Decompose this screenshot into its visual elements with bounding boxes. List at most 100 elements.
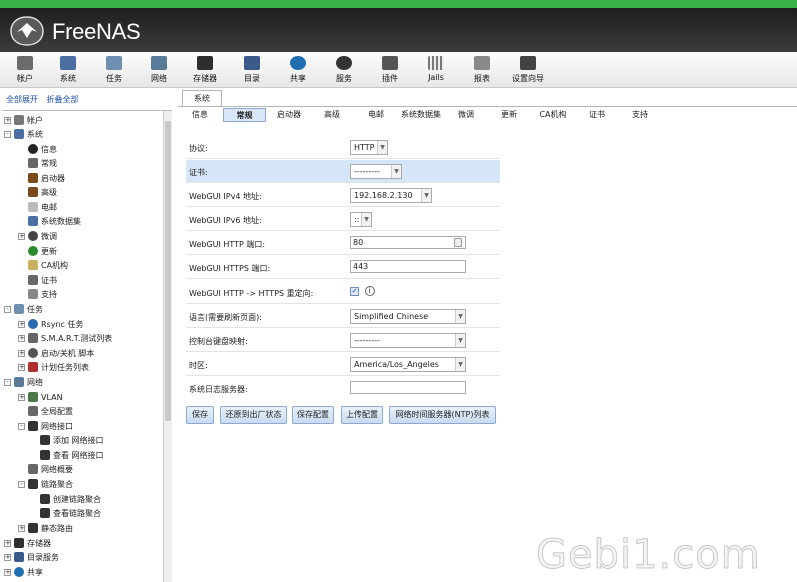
expand-toggle-icon[interactable]: + xyxy=(4,553,11,561)
timezone-select[interactable]: America/Los_Angeles ▼ xyxy=(350,357,466,372)
keymap-label: 控制台键盘映射: xyxy=(189,337,248,346)
tree-item-init-scripts[interactable]: + 启动/关机 脚本 xyxy=(18,346,94,360)
toolbar-tasks-button[interactable]: 任务 xyxy=(89,54,139,88)
factory-restore-button[interactable]: 还原到出厂状态 xyxy=(220,406,287,424)
save-config-button[interactable]: 保存配置 xyxy=(292,406,334,424)
tree-item-lagg[interactable]: - 链路聚合 xyxy=(18,477,73,491)
tree-item-directory-services[interactable]: + 目录服务 xyxy=(4,550,59,564)
tree-item-view-interfaces[interactable]: 查看 网络接口 xyxy=(40,448,104,462)
expand-toggle-icon[interactable]: + xyxy=(4,116,11,124)
tab-system[interactable]: 系统 xyxy=(182,90,222,106)
help-info-icon[interactable]: i xyxy=(364,286,375,296)
certificate-select[interactable]: --------- ▼ xyxy=(350,164,402,179)
tree-item-general[interactable]: 常规 xyxy=(28,156,57,170)
subtab-support[interactable]: 支持 xyxy=(628,108,652,122)
save-button[interactable]: 保存 xyxy=(186,406,214,424)
expand-toggle-icon[interactable]: + xyxy=(18,334,25,342)
subtab-certificates[interactable]: 证书 xyxy=(585,108,609,122)
expand-toggle-icon[interactable]: + xyxy=(18,393,25,401)
expand-toggle-icon[interactable]: + xyxy=(18,320,25,328)
expand-toggle-icon[interactable]: + xyxy=(4,568,11,576)
toolbar-directory-button[interactable]: 目录 xyxy=(227,54,277,88)
tree-item-sharing[interactable]: + 共享 xyxy=(4,565,43,579)
toolbar-system-button[interactable]: 系统 xyxy=(43,54,93,88)
tree-item-email[interactable]: 电邮 xyxy=(28,200,57,214)
certificate-label: 证书: xyxy=(189,168,208,177)
subtab-ca[interactable]: CA机构 xyxy=(538,108,568,122)
collapse-toggle-icon[interactable]: - xyxy=(18,422,25,430)
tree-item-static-routes[interactable]: + 静态路由 xyxy=(18,521,73,535)
tree-item-network-summary[interactable]: 网络概要 xyxy=(28,462,73,476)
subtab-email[interactable]: 电邮 xyxy=(364,108,388,122)
collapse-all-link[interactable]: 折叠全部 xyxy=(47,95,79,104)
tree-item-vlan[interactable]: + VLAN xyxy=(18,390,63,404)
collapse-toggle-icon[interactable]: - xyxy=(4,130,11,138)
tree-item-cron[interactable]: + 计划任务列表 xyxy=(18,360,89,374)
language-select[interactable]: Simplified Chinese ▼ xyxy=(350,309,466,324)
main-toolbar: 帐户 系统 任务 网络 存储器 目录 共享 服务 插件 Jails 报表 设置向… xyxy=(0,52,797,88)
collapse-toggle-icon[interactable]: - xyxy=(4,305,11,313)
freenas-shark-icon xyxy=(10,16,44,46)
collapse-toggle-icon[interactable]: - xyxy=(18,480,25,488)
protocol-select[interactable]: HTTP ▼ xyxy=(350,140,388,155)
tree-item-view-lagg[interactable]: 查看链路聚合 xyxy=(40,506,101,520)
expand-all-link[interactable]: 全部展开 xyxy=(6,95,38,104)
expand-toggle-icon[interactable]: + xyxy=(4,539,11,547)
toolbar-plugins-button[interactable]: 插件 xyxy=(365,54,415,88)
chevron-down-icon: ▼ xyxy=(377,141,387,154)
subtab-update[interactable]: 更新 xyxy=(497,108,521,122)
tree-item-add-interface[interactable]: 添加 网络接口 xyxy=(40,433,104,447)
upload-config-button[interactable]: 上传配置 xyxy=(341,406,383,424)
tree-item-system-dataset[interactable]: 系统数据集 xyxy=(28,214,81,228)
tree-item-network[interactable]: - 网络 xyxy=(4,375,43,389)
tree-item-tasks[interactable]: - 任务 xyxy=(4,302,43,316)
expand-toggle-icon[interactable]: + xyxy=(18,363,25,371)
tree-item-update[interactable]: 更新 xyxy=(28,244,57,258)
freenas-logo[interactable]: FreeNAS xyxy=(8,14,168,48)
collapse-toggle-icon[interactable]: - xyxy=(4,378,11,386)
subtab-advanced[interactable]: 高级 xyxy=(320,108,344,122)
ipv4-select[interactable]: 192.168.2.130 ▼ xyxy=(350,188,432,203)
toolbar-services-button[interactable]: 服务 xyxy=(319,54,369,88)
tree-item-global-config[interactable]: 全局配置 xyxy=(28,404,73,418)
tree-item-certificates[interactable]: 证书 xyxy=(28,273,57,287)
toolbar-jails-button[interactable]: Jails xyxy=(411,54,461,88)
expand-toggle-icon[interactable]: + xyxy=(18,349,25,357)
toolbar-sharing-button[interactable]: 共享 xyxy=(273,54,323,88)
tree-item-advanced[interactable]: 高级 xyxy=(28,185,57,199)
lagg-icon xyxy=(28,479,38,489)
keymap-select[interactable]: --------- ▼ xyxy=(350,333,466,348)
tree-item-support[interactable]: 支持 xyxy=(28,287,57,301)
subtab-info[interactable]: 信息 xyxy=(186,108,214,122)
expand-toggle-icon[interactable]: + xyxy=(18,524,25,532)
tree-item-smart[interactable]: + S.M.A.R.T.测试列表 xyxy=(18,331,112,345)
http-port-input[interactable]: 80 xyxy=(350,236,466,249)
tree-scrollbar[interactable] xyxy=(163,111,172,582)
subtab-system-dataset[interactable]: 系统数据集 xyxy=(398,108,444,122)
tree-item-boot[interactable]: 启动器 xyxy=(28,171,65,185)
toolbar-storage-button[interactable]: 存储器 xyxy=(180,54,230,88)
subtab-boot[interactable]: 启动器 xyxy=(272,108,306,122)
tree-item-ca[interactable]: CA机构 xyxy=(28,258,68,272)
https-port-input[interactable]: 443 xyxy=(350,260,466,273)
toolbar-network-button[interactable]: 网络 xyxy=(134,54,184,88)
ipv6-select[interactable]: :: ▼ xyxy=(350,212,372,227)
tree-item-accounts[interactable]: + 帐户 xyxy=(4,113,43,127)
ntp-servers-button[interactable]: 网络时间服务器(NTP)列表 xyxy=(389,406,496,424)
syslog-input[interactable] xyxy=(350,381,466,394)
toolbar-wizard-button[interactable]: 设置向导 xyxy=(503,54,553,88)
expand-toggle-icon[interactable]: + xyxy=(18,232,25,240)
tree-item-rsync[interactable]: + Rsync 任务 xyxy=(18,317,83,331)
tree-item-create-lagg[interactable]: 创建链路聚合 xyxy=(40,492,101,506)
tree-item-info[interactable]: 信息 xyxy=(28,142,57,156)
subtab-general[interactable]: 常规 xyxy=(223,108,266,122)
tree-item-interfaces[interactable]: - 网络接口 xyxy=(18,419,73,433)
tree-item-system[interactable]: - 系统 xyxy=(4,127,43,141)
toolbar-reports-button[interactable]: 报表 xyxy=(457,54,507,88)
scrollbar-thumb[interactable] xyxy=(165,121,171,421)
timezone-label: 时区: xyxy=(189,361,208,370)
subtab-tunables[interactable]: 微调 xyxy=(454,108,478,122)
redirect-checkbox[interactable]: ✓ xyxy=(350,287,359,296)
tree-item-tunables[interactable]: + 微调 xyxy=(18,229,57,243)
tree-item-storage[interactable]: + 存储器 xyxy=(4,536,51,550)
